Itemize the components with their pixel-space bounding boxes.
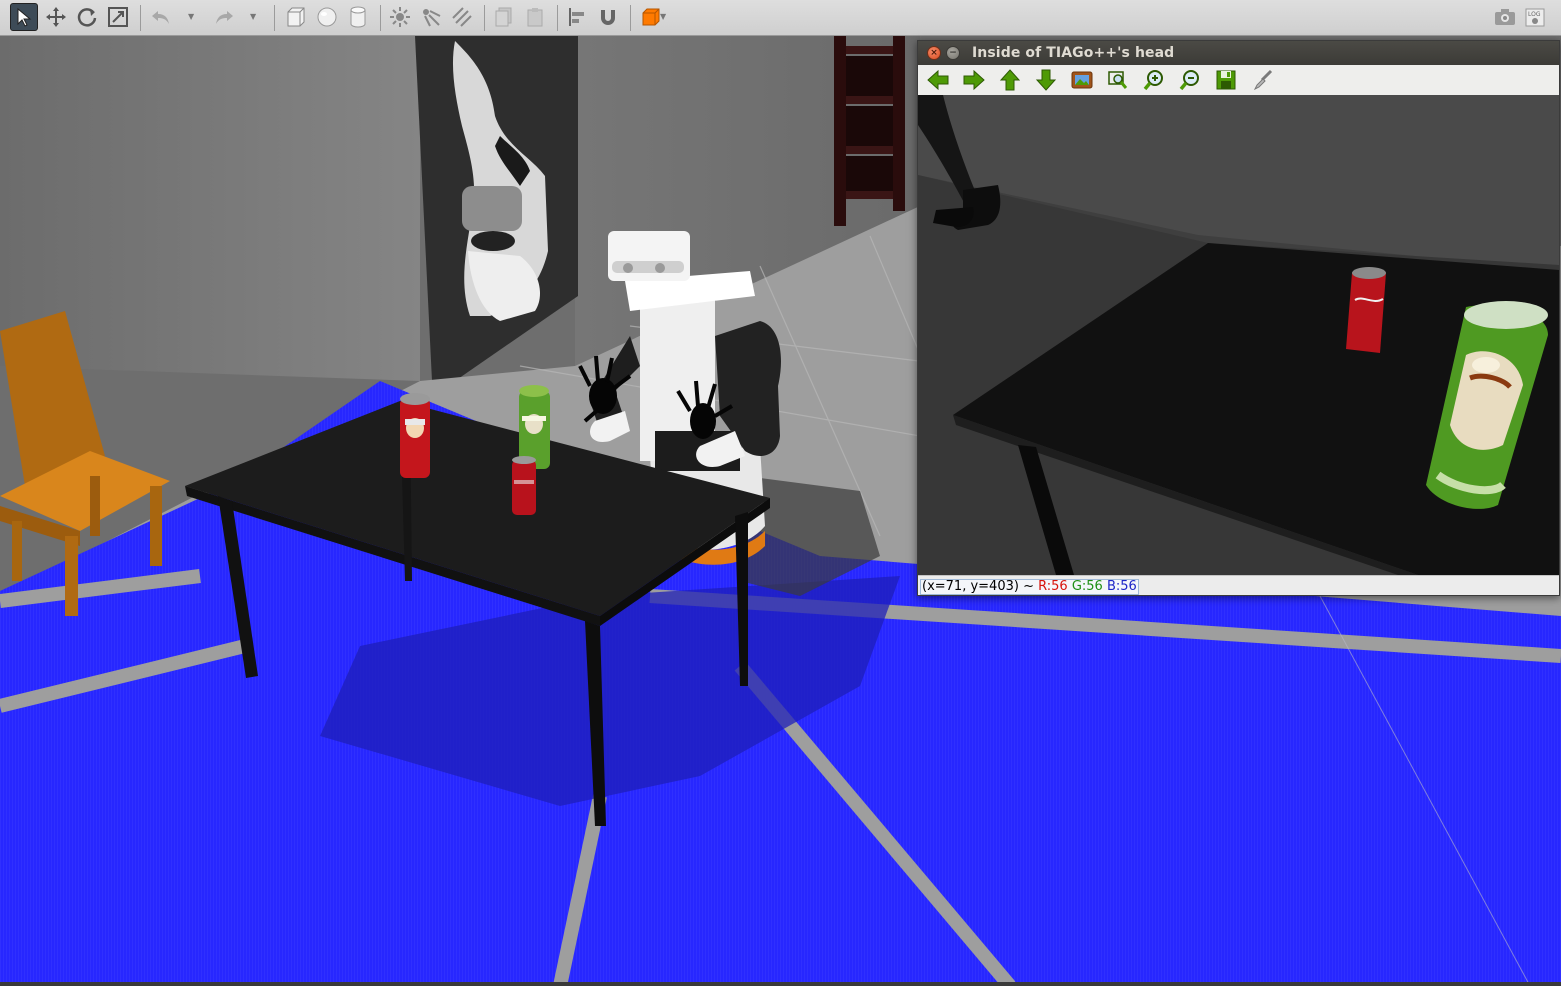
undo-dropdown-icon[interactable]: ▼ [188, 12, 194, 21]
screenshot-icon[interactable] [1491, 3, 1519, 31]
pixel-blue-value: B:56 [1106, 579, 1137, 594]
translate-mode-icon[interactable] [42, 3, 70, 31]
arrow-left-icon[interactable] [924, 68, 952, 92]
point-light-icon[interactable] [386, 3, 414, 31]
gazebo-app: ▼ ▼ ▼ LOG × − Inside of TIAGo++'s head (… [0, 0, 1561, 986]
redo-dropdown-icon[interactable]: ▼ [250, 12, 256, 21]
clear-brush-icon[interactable] [1248, 68, 1276, 92]
select-mode-icon[interactable] [10, 3, 38, 31]
image-view-window[interactable]: × − Inside of TIAGo++'s head (x=71, y=40… [917, 40, 1560, 596]
back-shelf [834, 36, 905, 226]
redo-icon[interactable] [210, 3, 238, 31]
zoom-fit-icon[interactable] [1104, 68, 1132, 92]
toolbar-separator [274, 5, 275, 31]
undo-icon[interactable] [147, 3, 175, 31]
rotate-mode-icon[interactable] [73, 3, 101, 31]
box-shape-icon[interactable] [282, 3, 310, 31]
copy-icon[interactable] [490, 3, 518, 31]
pixel-green-value: G:56 [1071, 579, 1103, 594]
align-icon[interactable] [563, 3, 591, 31]
toolbar-separator [380, 5, 381, 31]
svg-text:LOG: LOG [1528, 11, 1541, 18]
pixel-readout: (x=71, y=403) ~ R:56 G:56 B:56 [920, 579, 1139, 595]
spot-light-icon[interactable] [417, 3, 445, 31]
view-angle-dropdown-icon[interactable]: ▼ [660, 12, 666, 21]
directional-light-icon[interactable] [448, 3, 476, 31]
coke-can [512, 456, 536, 515]
camera-coke-can [1346, 267, 1386, 353]
arrow-right-icon[interactable] [960, 68, 988, 92]
arrow-down-icon[interactable] [1032, 68, 1060, 92]
toolbar-separator [630, 5, 631, 31]
log-icon[interactable]: LOG [1521, 3, 1549, 31]
save-icon[interactable] [1212, 68, 1240, 92]
camera-render [918, 95, 1559, 575]
paste-icon[interactable] [521, 3, 549, 31]
window-minimize-button[interactable]: − [946, 46, 960, 60]
toolbar-separator [557, 5, 558, 31]
zoom-in-icon[interactable] [1140, 68, 1168, 92]
image-view-titlebar[interactable]: × − Inside of TIAGo++'s head [918, 41, 1559, 65]
image-view-status: (x=71, y=403) ~ R:56 G:56 B:56 [918, 575, 1559, 595]
pixel-red-value: R:56 [1038, 579, 1068, 594]
snap-magnet-icon[interactable] [594, 3, 622, 31]
scale-mode-icon[interactable] [104, 3, 132, 31]
toolbar-separator [484, 5, 485, 31]
gazebo-toolbar: ▼ ▼ ▼ LOG [0, 0, 1561, 36]
arrow-up-icon[interactable] [996, 68, 1024, 92]
pringles-red-can [400, 393, 430, 478]
zoom-out-icon[interactable] [1176, 68, 1204, 92]
camera-image[interactable] [918, 95, 1559, 575]
sphere-shape-icon[interactable] [313, 3, 341, 31]
viewport-bottom-edge [0, 982, 1561, 986]
cylinder-shape-icon[interactable] [344, 3, 372, 31]
pixel-coords: (x=71, y=403) ~ [922, 579, 1034, 594]
toolbar-separator [140, 5, 141, 31]
window-close-button[interactable]: × [927, 46, 941, 60]
image-view-title: Inside of TIAGo++'s head [972, 45, 1175, 61]
image-view-toolbar [918, 65, 1559, 95]
view-image-icon[interactable] [1068, 68, 1096, 92]
